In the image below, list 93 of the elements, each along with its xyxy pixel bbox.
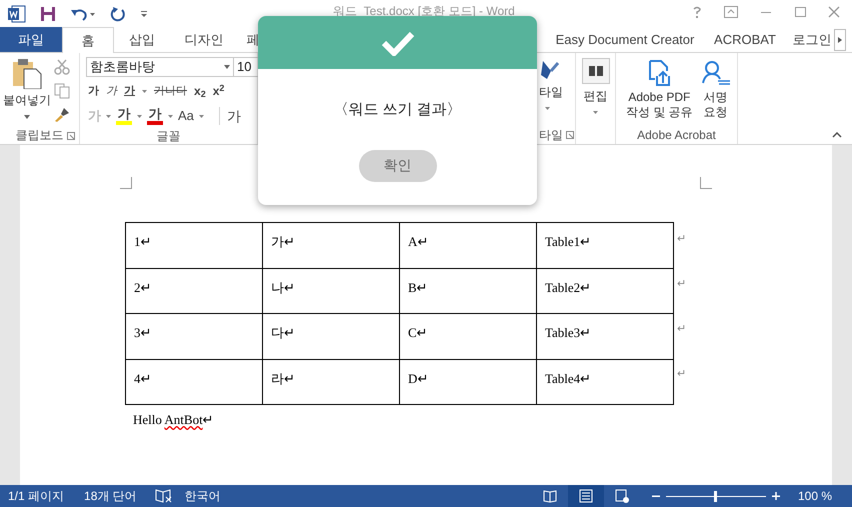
customize-icon[interactable] [140,10,148,18]
table-cell: 라↵ [262,359,400,404]
dropdown-arrow-icon [198,114,204,118]
web-layout-icon [614,488,630,504]
confirm-button[interactable]: 확인 [358,150,436,182]
scroll-right-icon[interactable] [834,29,846,51]
group-label: 글꼴 [156,128,180,145]
format-button[interactable]: 가 [106,82,117,100]
checkmark-icon [380,30,414,56]
zoom-slider[interactable] [666,490,766,502]
word-count: 18개 단어 [84,488,137,505]
format-button[interactable]: Aa [178,109,194,123]
table-cell: Table1↵ [536,222,674,268]
table-cell: 1↵ [126,222,262,268]
font-color-button[interactable]: 가 [147,107,163,125]
ribbon-tab[interactable]: 파일 [0,27,62,52]
ribbon-tab[interactable]: ACROBAT [700,27,790,52]
table-cell: A↵ [400,222,536,268]
paragraph-text: Hello AntBot↵ [133,411,214,429]
font-name-value: 함초롬바탕 [90,58,155,76]
create-pdf-button[interactable]: Adobe PDF 작성 및 공유 [626,59,693,126]
row-end-mark: ↵ [677,322,686,337]
zoom-level[interactable]: 100 % [798,487,832,505]
print-layout-button[interactable] [568,485,604,507]
dialog-message: 〈워드 쓰기 결과〉 [333,100,462,120]
table-cell: 가↵ [262,222,400,268]
collapse-ribbon-icon[interactable] [832,132,842,138]
format-button[interactable]: 가 [88,82,99,100]
dialog-launcher-icon[interactable] [67,132,75,140]
table-cell: 나↵ [262,268,400,314]
dropdown-arrow-icon [106,114,111,118]
group-label: 클립보드 [16,127,64,144]
read-mode-icon [542,488,558,504]
format-button[interactable]: 가나다 [154,82,187,100]
margin-corner-icon [120,177,132,189]
format-button[interactable]: x$^{2}$ [212,82,224,100]
ribbon-tab[interactable]: 삽입 [114,27,170,52]
ribbon-tab[interactable]: 디자인 [170,27,238,52]
close-icon[interactable] [828,6,840,18]
dropdown-arrow-icon [142,90,147,92]
account-link[interactable]: 로그인 [790,27,834,52]
dropdown-arrow-icon [168,114,173,118]
request-signature-button[interactable]: 서명 요청 [700,59,731,126]
highlight-button[interactable]: 가 [116,107,132,125]
table-cell: 3↵ [126,314,262,359]
table-cell: Table2↵ [536,268,674,314]
font-name-dropdown[interactable]: 함초롬바탕 [86,57,234,77]
format-button[interactable]: x$_{2}$ [194,82,206,100]
table-cell: 다↵ [262,314,400,359]
document-share-icon [647,59,672,87]
undo-icon[interactable] [70,7,96,21]
margin-corner-icon [700,177,712,189]
table-cell: Table3↵ [536,314,674,359]
table-cell: Table4↵ [536,359,674,404]
print-layout-icon [578,488,594,504]
ribbon-tab[interactable]: 홈 [62,27,114,53]
table-cell: 2↵ [126,268,262,314]
maximize-icon[interactable] [794,6,806,18]
dropdown-arrow-icon [137,114,142,118]
row-end-mark: ↵ [677,367,686,382]
zoom-in-icon[interactable] [772,492,780,500]
row-end-mark: ↵ [677,232,686,247]
format-button[interactable]: 가 [124,82,135,100]
styles-label: 타일 [539,84,563,101]
table-cell: 4↵ [126,359,262,404]
paste-button[interactable]: 붙여넣기 [0,53,54,126]
dropdown-arrow-icon [545,107,550,110]
editing-button[interactable]: 편집 [582,58,610,114]
signature-person-icon [700,59,731,87]
language-indicator[interactable]: 한국어 [184,487,221,505]
table-cell: B↵ [400,268,536,314]
ribbon-tab[interactable]: 페 [238,27,268,52]
help-icon[interactable] [692,6,702,18]
page-count: 1/1 페이지 [8,488,64,505]
word-logo-icon [8,5,26,23]
row-end-mark: ↵ [677,277,686,292]
paste-label: 붙여넣기 [3,92,51,109]
redo-icon[interactable] [110,6,126,22]
table-cell: C↵ [400,314,536,359]
dropdown-arrow-icon [224,65,230,69]
dropdown-arrow-icon [593,111,598,114]
proofing-book-icon[interactable] [154,489,173,503]
dialog-launcher-icon[interactable] [566,131,574,139]
clipboard-icon [12,59,42,89]
ribbon-tab[interactable]: Easy Document Creator [550,27,700,52]
dropdown-arrow-icon [24,115,30,119]
table-cell: D↵ [400,359,536,404]
group-label: Adobe Acrobat [637,127,716,144]
styles-brush-icon [539,59,559,81]
group-label: 타일 [539,127,563,144]
grow-font-button[interactable]: 가 [226,106,241,126]
format-painter-icon[interactable] [54,107,70,123]
ribbon-display-icon[interactable] [724,6,738,18]
